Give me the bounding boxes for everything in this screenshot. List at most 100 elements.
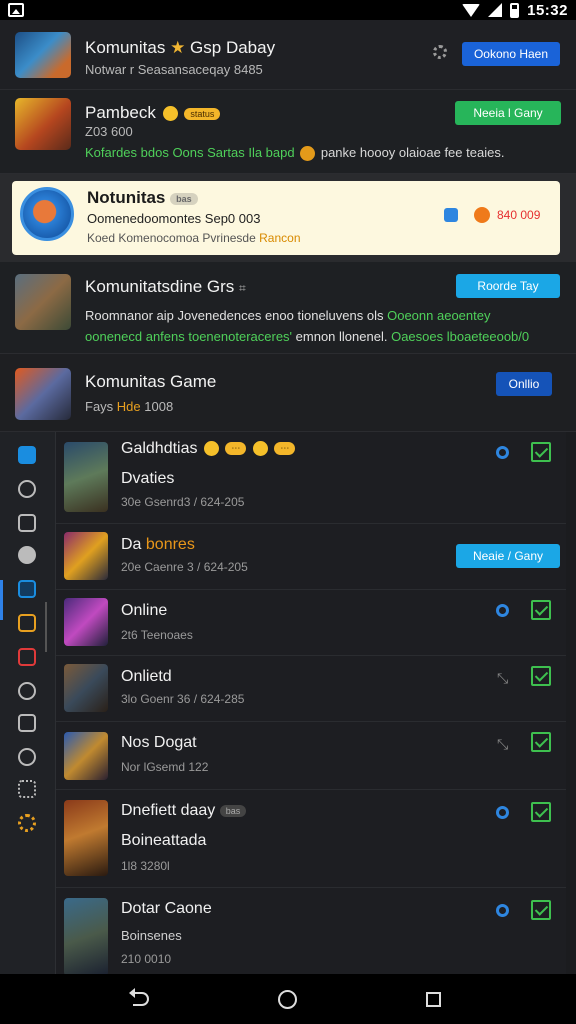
online-status-icon bbox=[496, 904, 509, 917]
share-icon[interactable] bbox=[444, 208, 458, 222]
emoji-icon bbox=[203, 441, 219, 457]
gear-icon[interactable] bbox=[433, 45, 447, 59]
status-bar: 15:32 bbox=[0, 0, 576, 20]
notification-title: Notunitas bas bbox=[87, 188, 198, 208]
alert-icon[interactable] bbox=[18, 648, 36, 666]
signal-icon bbox=[488, 3, 503, 17]
list-item[interactable]: Onlietd 3lo Goenr 36 / 624-285 ⤡ bbox=[56, 656, 566, 722]
game-thumbnail bbox=[64, 442, 108, 512]
notification-meta: Koed Komenocomoa Pvrinesde Rancon bbox=[87, 231, 301, 245]
camera-icon[interactable] bbox=[18, 714, 36, 732]
list-item-meta: 20e Caenre 3 / 624-205 bbox=[121, 560, 248, 574]
notification-notunitas[interactable]: Notunitas bas Oomenedoomontes Sep0 003 K… bbox=[0, 174, 576, 262]
idle-status-icon: ⤡ bbox=[497, 670, 509, 686]
notification-action-button[interactable]: Onllio bbox=[496, 372, 552, 396]
notification-subtitle: Fays Hde 1008 bbox=[85, 399, 174, 414]
list-item-meta: 210 0010 bbox=[121, 952, 172, 966]
notification-action-button[interactable]: Ookono Haen bbox=[462, 42, 560, 66]
list-item-title: Dotar Caone bbox=[121, 900, 212, 917]
status-badge: bas bbox=[170, 192, 198, 205]
list-item-title: Galdhdtias ⋯ ⋯ bbox=[121, 440, 296, 458]
sidebar-active-indicator bbox=[0, 580, 3, 620]
gallery-icon bbox=[8, 3, 24, 17]
list-item-title: Dnefiett daay bas bbox=[121, 802, 247, 820]
face-icon[interactable] bbox=[18, 682, 36, 700]
list-item-subtitle: Dvaties bbox=[121, 470, 175, 487]
recent-apps-icon[interactable] bbox=[426, 992, 441, 1007]
list-item[interactable]: Dotar Caone Boinsenes 210 0010 bbox=[56, 888, 566, 974]
notification-subtitle: Notwar r Seasansaceqay 8485 bbox=[85, 62, 263, 77]
list-item-title: Da bonres bbox=[121, 536, 195, 553]
notification-title: Komunitas Game bbox=[85, 372, 217, 391]
notification-line: Oomenedoomontes Sep0 003 bbox=[87, 211, 261, 226]
game-thumbnail bbox=[64, 898, 108, 974]
list-item[interactable]: Nos Dogat Nor lGsemd 122 ⤡ bbox=[56, 722, 566, 790]
list-item-title: Online bbox=[121, 602, 168, 619]
notification-title: Komunitas ★ Gsp Dabay bbox=[85, 38, 276, 57]
game-thumbnail bbox=[15, 368, 71, 420]
status-badge: ⋯ bbox=[274, 442, 296, 456]
notification-counter: 840 009 bbox=[497, 208, 541, 222]
list-item[interactable]: Da bonres 20e Caenre 3 / 624-205 Neaie /… bbox=[56, 524, 566, 590]
notification-title: Komunitatsdine Grs ⌗ bbox=[85, 277, 246, 296]
list-item-subtitle: Boinsenes bbox=[121, 928, 182, 943]
checkbox[interactable] bbox=[531, 666, 551, 686]
clock-icon[interactable] bbox=[18, 480, 36, 498]
download-icon[interactable] bbox=[18, 546, 36, 564]
game-thumbnail bbox=[15, 274, 71, 330]
notification-komunitas-game[interactable]: Komunitas Game Fays Hde 1008 Onllio bbox=[0, 354, 576, 432]
game-list: Galdhdtias ⋯ ⋯ Dvaties 30e Gsenrd3 / 624… bbox=[56, 432, 566, 974]
app-logo bbox=[20, 187, 74, 241]
timer-icon[interactable] bbox=[18, 748, 36, 766]
notification-line: oonenecd anfens toenenoteraceres' emnon … bbox=[85, 329, 530, 344]
settings-icon[interactable] bbox=[18, 814, 36, 832]
scrollbar[interactable] bbox=[45, 602, 47, 652]
notification-komunitas[interactable]: Komunitas ★ Gsp Dabay Notwar r Seasansac… bbox=[0, 20, 576, 90]
online-status-icon bbox=[496, 604, 509, 617]
list-item-action-button[interactable]: Neaie / Gany bbox=[456, 544, 560, 568]
game-thumbnail bbox=[64, 800, 108, 876]
notification-pambeck[interactable]: Pambeck status Z03 600 Kofardes bdos Oon… bbox=[0, 90, 576, 174]
list-item-title: Onlietd bbox=[121, 668, 172, 685]
game-thumbnail bbox=[64, 598, 108, 646]
image-icon[interactable] bbox=[18, 514, 36, 532]
notification-action-button[interactable]: Neeia l Gany bbox=[455, 101, 561, 125]
list-item-title: Nos Dogat bbox=[121, 734, 197, 751]
notification-komunitatsdine[interactable]: Komunitatsdine Grs ⌗ Roomnanor aip Joven… bbox=[0, 262, 576, 354]
tools-icon[interactable] bbox=[18, 780, 36, 798]
clock: 15:32 bbox=[527, 1, 568, 19]
list-item-meta: 2t6 Teenoaes bbox=[121, 628, 193, 642]
wifi-icon bbox=[462, 3, 481, 17]
status-badge: status bbox=[184, 107, 221, 120]
battery-icon bbox=[510, 2, 520, 18]
checkbox[interactable] bbox=[531, 732, 551, 752]
checkbox[interactable] bbox=[531, 442, 551, 462]
list-item[interactable]: Galdhdtias ⋯ ⋯ Dvaties 30e Gsenrd3 / 624… bbox=[56, 432, 566, 524]
checkbox[interactable] bbox=[531, 802, 551, 822]
notification-line: Roomnanor aip Jovenedences enoo tioneluv… bbox=[85, 308, 491, 323]
home-button-icon[interactable] bbox=[278, 990, 297, 1009]
navigation-bar bbox=[0, 974, 576, 1024]
list-item-meta: 1l8 3280l bbox=[121, 859, 170, 873]
game-thumbnail bbox=[64, 664, 108, 712]
calendar-icon[interactable] bbox=[18, 580, 36, 598]
list-item-meta: Nor lGsemd 122 bbox=[121, 760, 209, 774]
list-item-subtitle: Boineattada bbox=[121, 832, 207, 849]
list-item-meta: 3lo Goenr 36 / 624-285 bbox=[121, 692, 245, 706]
idle-status-icon: ⤡ bbox=[497, 736, 509, 752]
back-icon[interactable] bbox=[129, 988, 149, 1006]
checkbox[interactable] bbox=[531, 900, 551, 920]
emoji-icon bbox=[474, 207, 490, 223]
game-thumbnail bbox=[64, 732, 108, 780]
online-status-icon bbox=[496, 806, 509, 819]
notification-action-button[interactable]: Roorde Tay bbox=[456, 274, 560, 298]
list-item[interactable]: Dnefiett daay bas Boineattada 1l8 3280l bbox=[56, 790, 566, 888]
notification-line: Kofardes bdos Oons Sartas Ila bapd panke… bbox=[85, 145, 505, 162]
home-icon[interactable] bbox=[18, 446, 36, 464]
game-thumbnail bbox=[15, 98, 71, 150]
game-thumbnail bbox=[64, 532, 108, 580]
frame-icon[interactable] bbox=[18, 614, 36, 632]
checkbox[interactable] bbox=[531, 600, 551, 620]
list-item[interactable]: Online 2t6 Teenoaes bbox=[56, 590, 566, 656]
emoji-icon bbox=[300, 146, 316, 162]
